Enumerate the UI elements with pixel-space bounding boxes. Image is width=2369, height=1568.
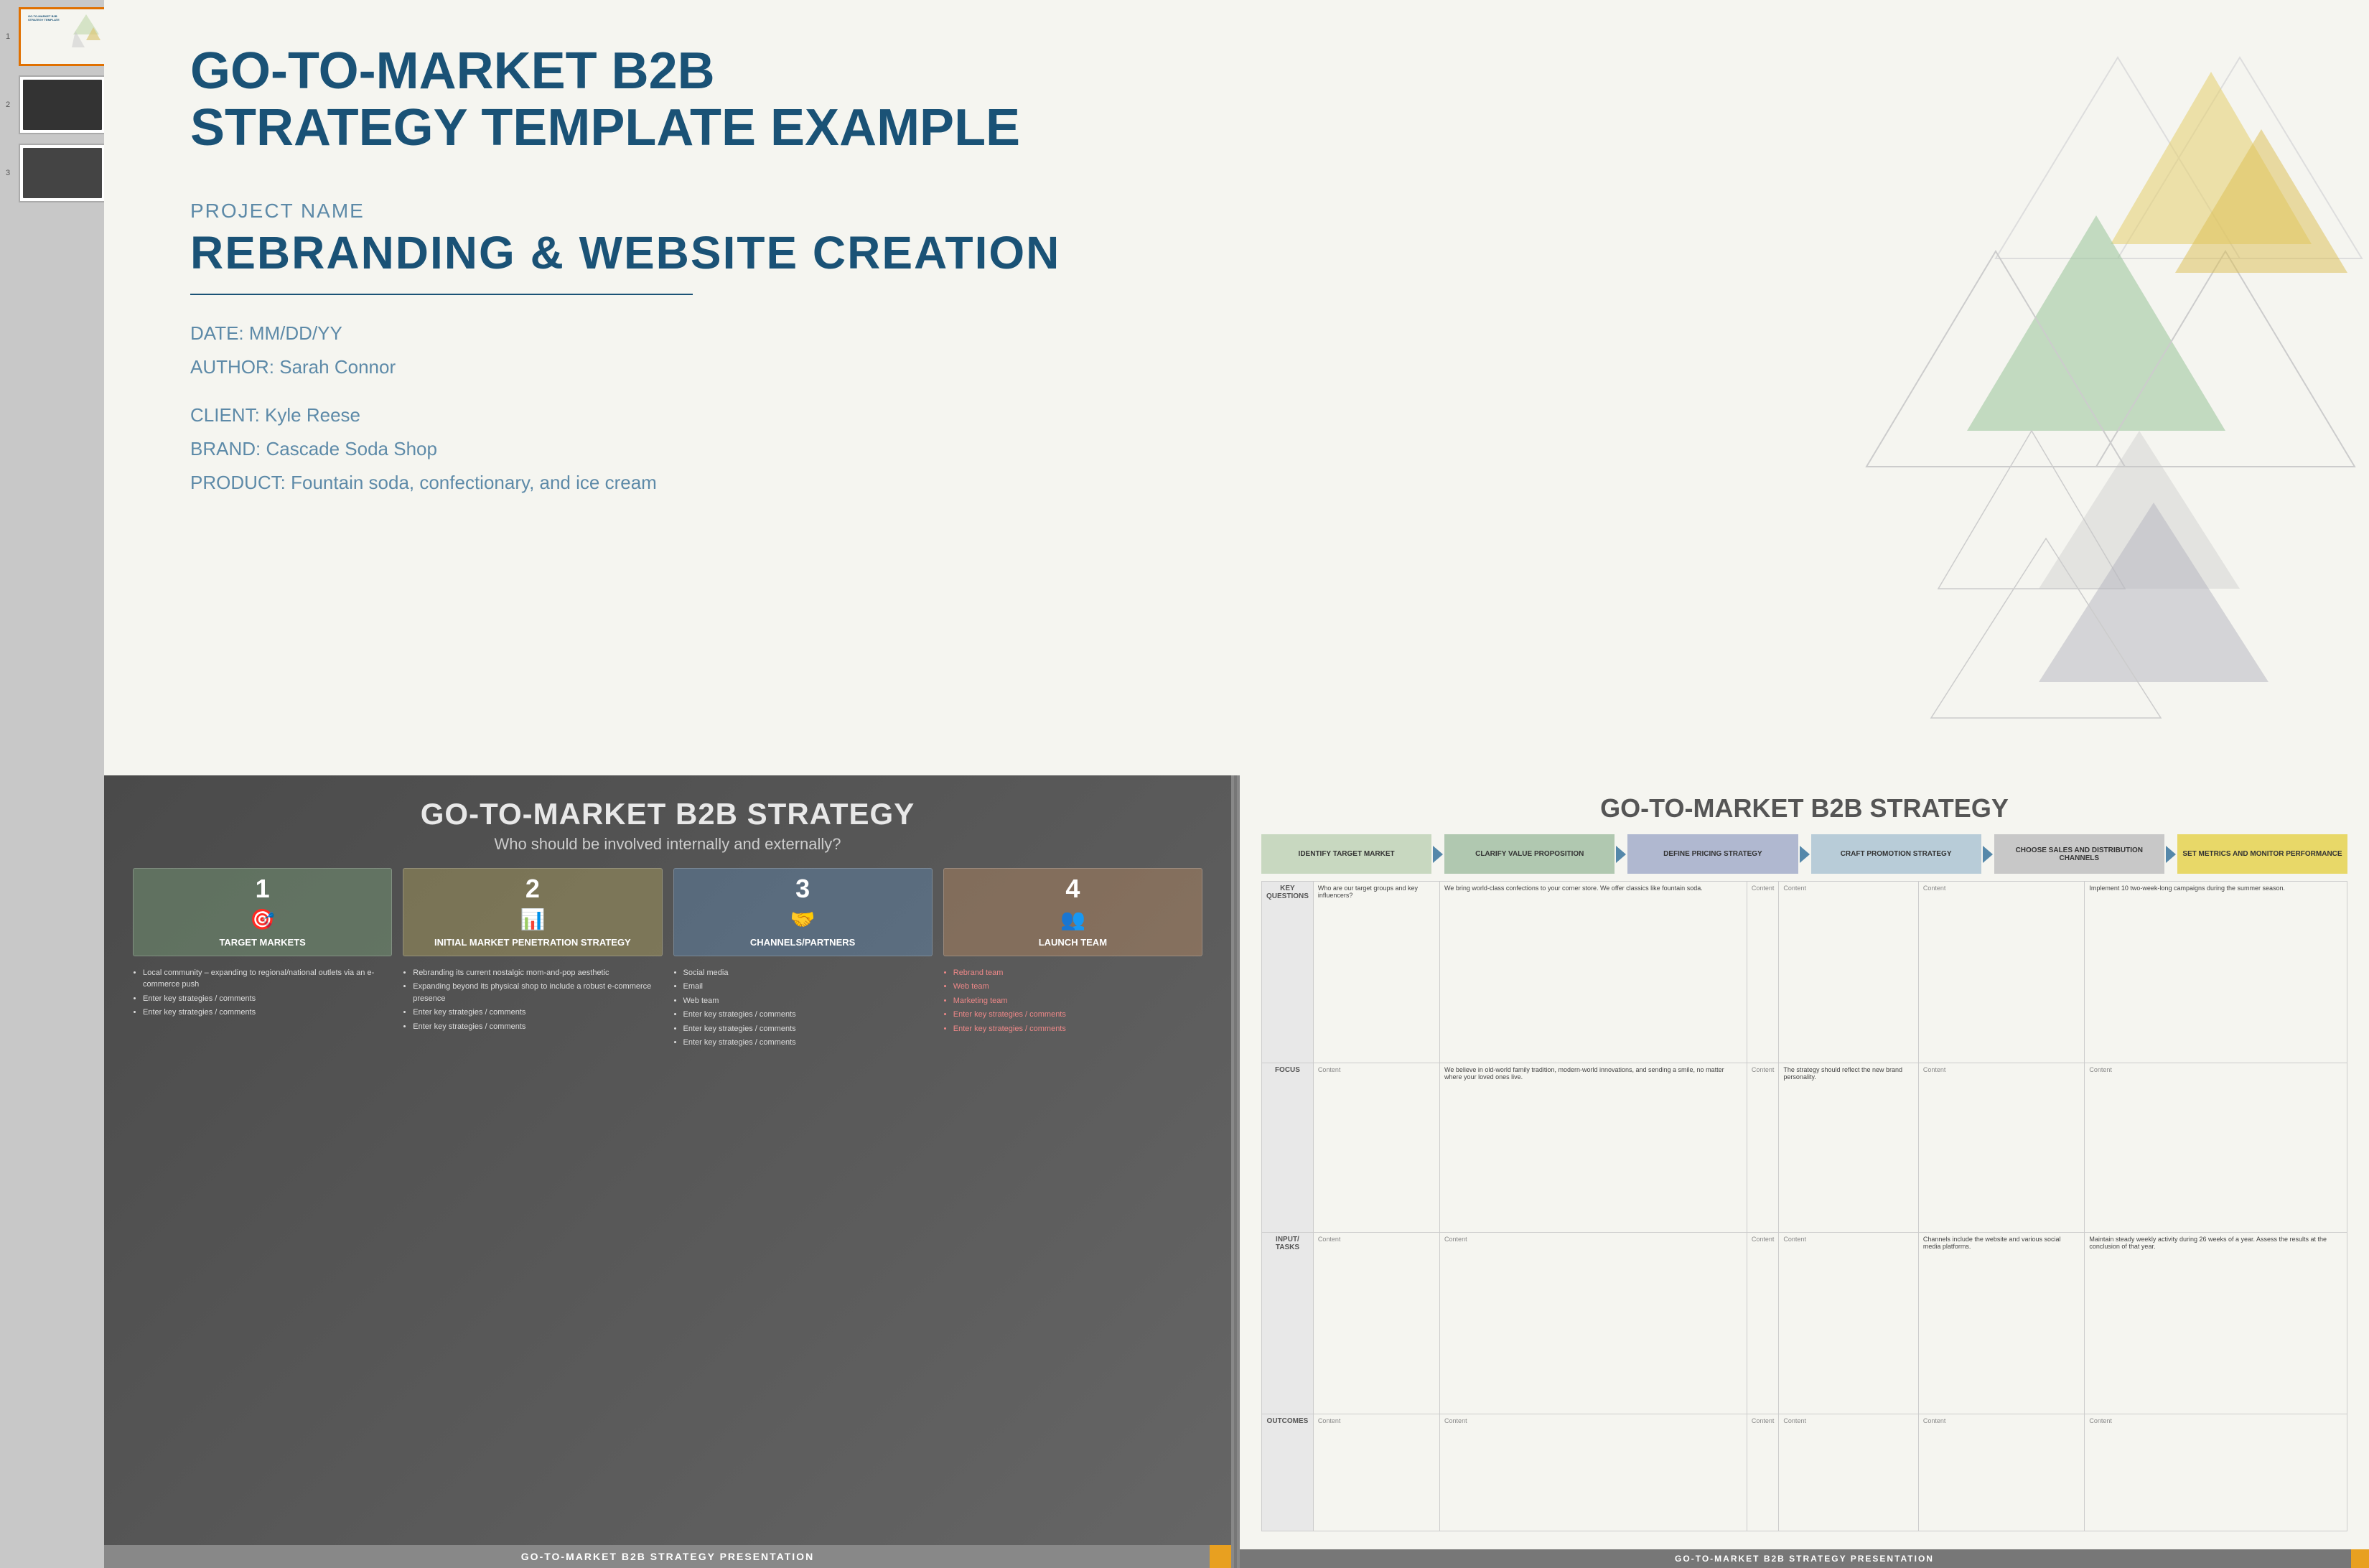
main-content: GO-TO-MARKET B2B STRATEGY TEMPLATE EXAMP… [104, 0, 2369, 1568]
slides-row: GO-TO-MARKET B2B STRATEGY Who should be … [104, 775, 2369, 1568]
process-step-2: CLARIFY VALUE PROPOSITION [1444, 834, 1615, 874]
bullets-row: Local community – expanding to regional/… [133, 967, 1202, 1523]
sidebar: 1 GO-TO-MARKET B2BSTRATEGY TEMPLATE 2 3 [0, 0, 104, 1568]
slide2-subtitle: Who should be involved internally and ex… [133, 835, 1202, 854]
process-row: IDENTIFY TARGET MARKET CLARIFY VALUE PRO… [1261, 834, 2347, 874]
table-row-outcomes: OUTCOMES Content Content Content Content… [1262, 1414, 2347, 1531]
step-2: 2 📊 INITIAL MARKET PENETRATION STRATEGY [403, 868, 662, 956]
bullet-col-2: Rebranding its current nostalgic mom-and… [403, 967, 662, 1523]
row-header-input: INPUT/ TASKS [1262, 1233, 1314, 1414]
divider [190, 294, 693, 295]
chart-icon: 📊 [520, 907, 545, 931]
process-arrow-4 [1983, 846, 1993, 863]
client-info: CLIENT: Kyle Reese BRAND: Cascade Soda S… [190, 398, 2312, 499]
slide2-title: GO-TO-MARKET B2B STRATEGY [133, 797, 1202, 831]
slide-1: GO-TO-MARKET B2B STRATEGY TEMPLATE EXAMP… [104, 0, 2369, 775]
slide1-title: GO-TO-MARKET B2B STRATEGY TEMPLATE EXAMP… [190, 43, 2312, 157]
step-1: 1 🎯 TARGET MARKETS [133, 868, 392, 956]
bullet-col-4: Rebrand team Web team Marketing team Ent… [943, 967, 1202, 1523]
process-step-1: IDENTIFY TARGET MARKET [1261, 834, 1431, 874]
process-step-6: SET METRICS AND MONITOR PERFORMANCE [2177, 834, 2347, 874]
step-3: 3 🤝 CHANNELS/PARTNERS [673, 868, 933, 956]
process-step-5: CHOOSE SALES AND DISTRIBUTION CHANNELS [1994, 834, 2164, 874]
bullet-col-3: Social media Email Web team Enter key st… [673, 967, 933, 1523]
process-step-4: CRAFT PROMOTION STRATEGY [1811, 834, 1981, 874]
process-arrow-1 [1433, 846, 1443, 863]
slide2-footer: GO-TO-MARKET B2B STRATEGY PRESENTATION [104, 1545, 1231, 1568]
row-header-focus: FOCUS [1262, 1063, 1314, 1232]
slide-3: GO-TO-MARKET B2B STRATEGY IDENTIFY TARGE… [1240, 775, 2369, 1568]
target-icon: 🎯 [250, 907, 275, 931]
slide3-title: GO-TO-MARKET B2B STRATEGY [1261, 793, 2347, 823]
table-row-focus: FOCUS Content We believe in old-world fa… [1262, 1063, 2347, 1232]
project-label: PROJECT NAME [190, 200, 2312, 223]
handshake-icon: 🤝 [790, 907, 816, 931]
steps-row: 1 🎯 TARGET MARKETS 2 📊 INITIAL MARKET PE… [133, 868, 1202, 956]
step-4: 4 👥 LAUNCH TEAM [943, 868, 1202, 956]
process-step-3: DEFINE PRICING STRATEGY [1627, 834, 1798, 874]
slide3-footer-accent [2351, 1549, 2369, 1568]
row-header-kq: KEY QUESTIONS [1262, 882, 1314, 1063]
footer-accent [1210, 1545, 1231, 1568]
table-row-input: INPUT/ TASKS Content Content Content Con… [1262, 1233, 2347, 1414]
strategy-table: KEY QUESTIONS Who are our target groups … [1261, 881, 2347, 1531]
slide-number-2: 2 [6, 101, 10, 109]
process-arrow-2 [1616, 846, 1626, 863]
process-arrow-3 [1800, 846, 1810, 863]
bullet-col-1: Local community – expanding to regional/… [133, 967, 392, 1523]
people-icon: 👥 [1060, 907, 1085, 931]
slide-2: GO-TO-MARKET B2B STRATEGY Who should be … [104, 775, 1231, 1568]
process-arrow-5 [2166, 846, 2176, 863]
slide3-footer: GO-TO-MARKET B2B STRATEGY PRESENTATION [1240, 1549, 2369, 1568]
slide-thumbnail-2[interactable] [19, 75, 106, 134]
slide-thumbnail-1[interactable]: GO-TO-MARKET B2BSTRATEGY TEMPLATE [19, 7, 106, 66]
slide-number-1: 1 [6, 32, 10, 41]
meta-info: DATE: MM/DD/YY AUTHOR: Sarah Connor [190, 317, 2312, 384]
slide-divider [1234, 775, 1237, 1568]
table-row-kq: KEY QUESTIONS Who are our target groups … [1262, 882, 2347, 1063]
project-name: REBRANDING & WEBSITE CREATION [190, 226, 2312, 279]
slide-thumbnail-3[interactable] [19, 144, 106, 202]
slide-number-3: 3 [6, 169, 10, 177]
row-header-outcomes: OUTCOMES [1262, 1414, 1314, 1531]
